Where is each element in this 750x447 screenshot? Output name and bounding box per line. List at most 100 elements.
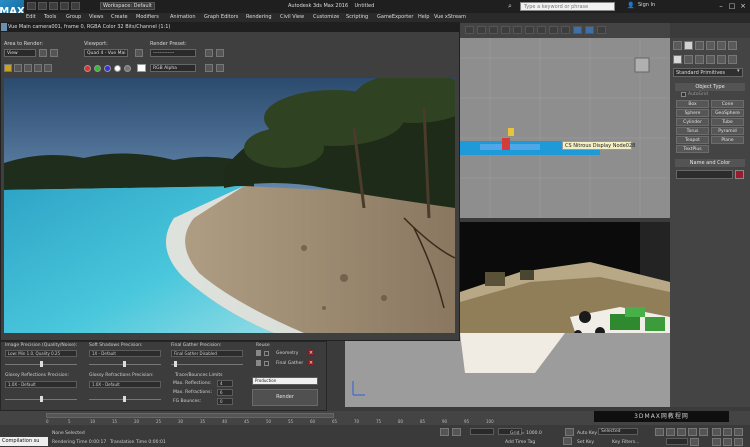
menu-group[interactable]: Group [66,14,81,20]
menu-views[interactable]: Views [89,14,103,20]
menu-gameexporter[interactable]: GameExporter [377,14,413,20]
time-config-icon[interactable] [690,438,699,446]
current-frame-field[interactable] [666,438,688,445]
viewport-left[interactable] [345,333,670,407]
chevron-down-icon[interactable]: ▾ [737,68,744,77]
final-gather-slider-track[interactable] [171,364,243,365]
render-icon[interactable] [597,26,606,34]
toolbar-icon[interactable] [477,26,486,34]
sphere-button[interactable]: Sphere [676,109,709,117]
area-to-render-dropdown[interactable]: View [4,49,36,57]
plane-button[interactable]: Plane [711,136,744,144]
auto-key-button[interactable]: Auto Key [577,431,597,436]
set-key-icon[interactable] [563,437,572,445]
search-input[interactable]: Type a keyword or phrase [520,2,615,11]
final-gather-checkbox[interactable] [264,361,269,366]
render-setup-icon[interactable] [573,26,582,34]
time-slider[interactable] [46,413,334,418]
next-frame-icon[interactable] [688,428,697,436]
user-icon[interactable]: 👤 [627,2,634,9]
shapes-category-icon[interactable] [684,55,693,64]
set-key-button[interactable]: Set Key [577,440,594,445]
menu-scripting[interactable]: Scripting [346,14,368,20]
lock-selection-icon[interactable] [440,428,449,436]
environment-icon[interactable] [216,49,224,57]
edit-region-icon[interactable] [39,49,47,57]
maxscript-listener[interactable]: Compilation su [0,437,48,446]
minimize-icon[interactable]: – [716,1,726,11]
glossy-refractions-value[interactable]: 1.0X - Default [89,381,161,388]
print-image-icon[interactable] [34,64,42,72]
toolbar-icon[interactable] [549,26,558,34]
maximize-icon[interactable]: □ [727,1,737,11]
zoom-all-icon[interactable] [723,428,732,436]
fg-bounces-field[interactable]: 0 [217,398,233,405]
box-button[interactable]: Box [676,100,709,108]
toolbar-icon[interactable] [489,26,498,34]
toggle-overlay-icon[interactable] [216,64,224,72]
lock-icon[interactable] [135,49,143,57]
pan-view-icon[interactable] [723,438,732,446]
auto-region-icon[interactable] [50,49,58,57]
toggle-ui-icon[interactable] [205,64,213,72]
final-gather-slider-thumb[interactable] [174,361,177,367]
clear-final-gather-icon[interactable]: × [308,360,314,366]
teapot-button[interactable]: Teapot [676,136,709,144]
absolute-mode-icon[interactable] [452,428,461,436]
workspace-dropdown[interactable]: Workspace: Default [100,2,155,10]
go-to-end-icon[interactable] [699,428,708,436]
image-precision-value[interactable]: Low: Min 1.0, Quality 0.25 [5,350,77,357]
hierarchy-tab-icon[interactable] [695,41,704,50]
key-filters-button[interactable]: Key Filters... [612,440,639,445]
create-tab-icon[interactable] [673,41,682,50]
menu-vue-xstream[interactable]: Vue xStream [434,14,466,20]
display-tab-icon[interactable] [717,41,726,50]
object-color-swatch[interactable] [735,170,744,179]
add-time-tag[interactable]: Add Time Tag [505,440,535,445]
menu-customize[interactable]: Customize [313,14,339,20]
render-button[interactable]: Render [252,389,318,406]
toolbar-icon[interactable] [501,26,510,34]
blue-channel-icon[interactable] [104,65,111,72]
geometry-checkbox[interactable] [264,351,269,356]
textplus-button[interactable]: TextPlus [676,145,709,153]
toolbar-icon[interactable] [513,26,522,34]
clear-geometry-icon[interactable]: × [308,350,314,356]
selection-set-dropdown[interactable]: Selected [598,428,638,435]
viewport-dropdown[interactable]: Quad 4 - Vue Mai [84,49,128,57]
motion-tab-icon[interactable] [706,41,715,50]
cone-button[interactable]: Cone [711,100,744,108]
final-gather-value[interactable]: Final Gather Disabled [171,350,243,357]
green-channel-icon[interactable] [94,65,101,72]
undo-icon[interactable] [60,2,69,10]
close-icon[interactable]: × [738,1,748,11]
tube-button[interactable]: Tube [711,118,744,126]
glossy-reflections-value[interactable]: 1.0X - Default [5,381,77,388]
menu-graph-editors[interactable]: Graph Editors [204,14,238,20]
open-icon[interactable] [38,2,47,10]
previous-frame-icon[interactable] [666,428,675,436]
menu-modifiers[interactable]: Modifiers [136,14,159,20]
geometry-category-icon[interactable] [673,55,682,64]
modify-tab-icon[interactable] [684,41,693,50]
clone-frame-icon[interactable] [24,64,32,72]
zoom-extents-icon[interactable] [734,428,743,436]
menu-help[interactable]: Help [418,14,429,20]
cameras-category-icon[interactable] [706,55,715,64]
cylinder-button[interactable]: Cylinder [676,118,709,126]
rendered-frame-icon[interactable] [585,26,594,34]
channel-dropdown[interactable]: RGB Alpha [150,64,196,72]
play-icon[interactable] [677,428,686,436]
toolbar-icon[interactable] [465,26,474,34]
pyramid-button[interactable]: Pyramid [711,127,744,135]
menu-rendering[interactable]: Rendering [246,14,272,20]
lights-category-icon[interactable] [695,55,704,64]
name-and-color-header[interactable]: Name and Color [675,159,745,167]
spacewarps-category-icon[interactable] [728,55,737,64]
field-of-view-icon[interactable] [712,438,721,446]
glossy-refractions-slider-thumb[interactable] [123,396,126,402]
save-icon[interactable] [49,2,58,10]
glossy-reflections-slider-thumb[interactable] [40,396,43,402]
monochrome-icon[interactable] [124,65,131,72]
menu-animation[interactable]: Animation [170,14,196,20]
